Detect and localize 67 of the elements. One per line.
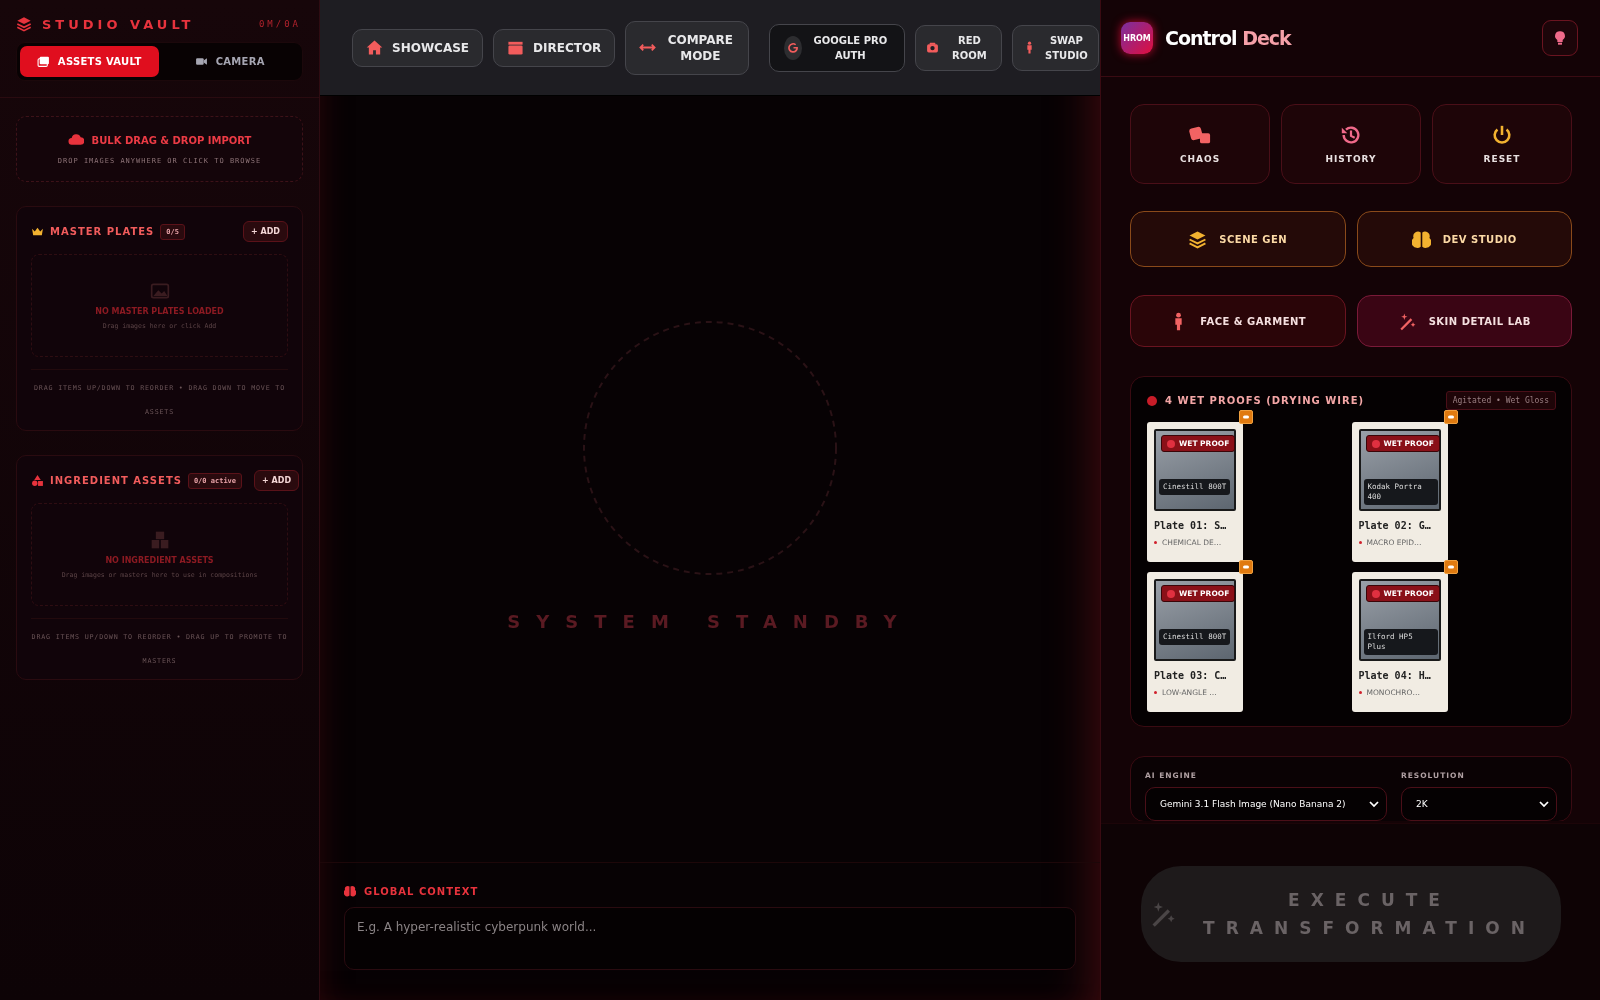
- image-icon: [149, 281, 170, 301]
- empty-title: NO MASTER PLATES LOADED: [95, 307, 224, 316]
- mode-button[interactable]: SCENE GEN: [1130, 211, 1346, 267]
- lightbulb-icon: [1552, 30, 1568, 46]
- import-title: BULK DRAG & DROP IMPORT: [91, 134, 252, 146]
- home-icon: [366, 39, 383, 56]
- logo-badge: HROM: [1121, 22, 1153, 54]
- camera-icon: [926, 41, 940, 54]
- tab[interactable]: CAMERA: [160, 46, 299, 77]
- plate-title: Plate 01: S…: [1154, 520, 1228, 531]
- crown-icon: [31, 225, 44, 238]
- boxes-icon: [149, 530, 170, 550]
- section-title: MASTER PLATES: [50, 226, 155, 237]
- action-button[interactable]: CHAOS: [1130, 104, 1270, 184]
- images-icon: [36, 55, 50, 68]
- bullet-dot: [1154, 691, 1157, 694]
- toolbar-button[interactable]: GOOGLE PRO AUTH: [769, 23, 906, 72]
- magic-wand-icon: [1397, 311, 1417, 331]
- tab[interactable]: ASSETS VAULT: [20, 46, 159, 77]
- brain-icon: [344, 885, 356, 897]
- chevron-down-icon: [1367, 798, 1380, 810]
- idea-button[interactable]: [1542, 20, 1578, 56]
- app-title: STUDIO VAULT: [42, 16, 195, 32]
- dropdown[interactable]: 2K: [1400, 787, 1557, 821]
- bullet-dot: [1358, 541, 1362, 544]
- power-icon: [1491, 124, 1513, 146]
- plate-title: Plate 04: H…: [1358, 670, 1432, 681]
- empty-title: NO INGREDIENT ASSETS: [105, 556, 214, 565]
- shapes-icon: [31, 474, 44, 487]
- clip-icon: [1443, 560, 1458, 574]
- asset-counter: 0M/0A: [258, 19, 301, 29]
- context-input[interactable]: E.g. A hyper-realistic cyberpunk world...: [344, 907, 1076, 970]
- toolbar-button[interactable]: RED ROOM: [915, 24, 1003, 71]
- clip-icon: [1239, 560, 1253, 574]
- toolbar-button[interactable]: SHOWCASE: [352, 28, 484, 67]
- bullet-dot: [1358, 691, 1362, 694]
- mode-button[interactable]: DEV STUDIO: [1356, 211, 1572, 267]
- proofs-title: 4 WET PROOFS (DRYING WIRE): [1165, 395, 1365, 406]
- action-button[interactable]: HISTORY: [1281, 104, 1421, 184]
- mode-button[interactable]: FACE & GARMENT: [1130, 295, 1346, 347]
- g-logo-icon: [786, 41, 800, 54]
- add-button[interactable]: + ADD: [243, 221, 288, 242]
- plate-title: Plate 02: G…: [1358, 520, 1432, 531]
- video-camera-icon: [194, 55, 208, 68]
- brain-icon: [1411, 229, 1431, 249]
- add-button[interactable]: + ADD: [254, 470, 300, 491]
- section-title: INGREDIENT ASSETS: [50, 475, 182, 486]
- toolbar-button[interactable]: DIRECTOR: [493, 28, 616, 67]
- plate-title: Plate 03: C…: [1154, 670, 1228, 681]
- layers-icon: [16, 16, 32, 32]
- bullet-dot: [1154, 541, 1157, 544]
- mode-button[interactable]: SKIN DETAIL LAB: [1356, 295, 1572, 347]
- standby-status: SYSTEM STANDBY: [507, 611, 913, 632]
- action-button[interactable]: RESET: [1432, 104, 1572, 184]
- layers-icon: [1188, 229, 1208, 249]
- effect-tag: Agitated • Wet Gloss: [1445, 391, 1556, 410]
- deck-title: Control Deck: [1165, 27, 1291, 49]
- cloud-upload-icon: [67, 132, 84, 148]
- clip-icon: [1239, 410, 1253, 424]
- context-title: GLOBAL CONTEXT: [364, 885, 479, 897]
- clip-icon: [1443, 410, 1458, 424]
- history-icon: [1340, 124, 1362, 146]
- chevron-down-icon: [1538, 798, 1550, 810]
- status-dot: [1147, 395, 1157, 406]
- toolbar-button[interactable]: SWAP STUDIO: [1012, 24, 1100, 71]
- toolbar-button[interactable]: COMPARE MODE: [625, 20, 750, 75]
- dropdown[interactable]: Gemini 3.1 Flash Image (Nano Banana 2): [1145, 787, 1387, 821]
